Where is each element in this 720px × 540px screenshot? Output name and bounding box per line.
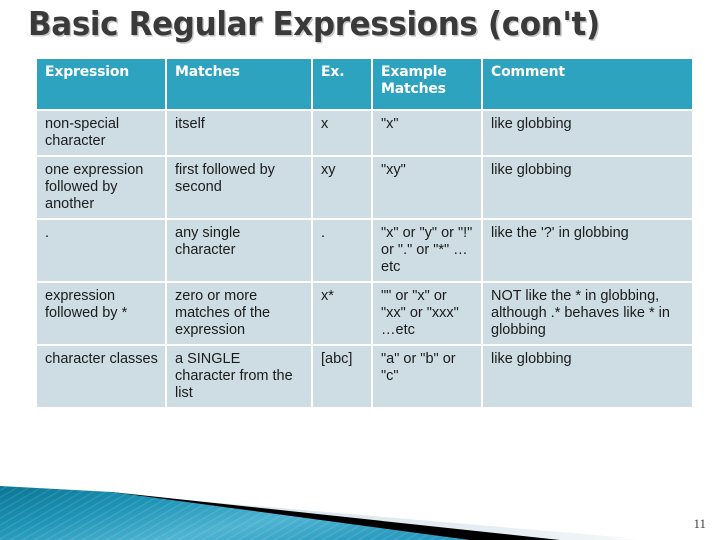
column-header-ex: Ex. — [313, 59, 371, 109]
cell-comment: like globbing — [483, 111, 692, 155]
regex-reference-table: Expression Matches Ex. Example Matches C… — [35, 57, 694, 409]
cell-expression: non-special character — [37, 111, 165, 155]
cell-ex: x* — [313, 283, 371, 344]
cell-example-matches: "x" or "y" or "!" or "." or "*" …etc — [373, 220, 481, 281]
cell-ex: xy — [313, 157, 371, 218]
ribbon-pale-wedge-tail — [115, 494, 630, 540]
cell-ex: [abc] — [313, 346, 371, 407]
cell-expression: expression followed by * — [37, 283, 165, 344]
slide-number: 11 — [693, 516, 706, 531]
cell-expression: character classes — [37, 346, 165, 407]
ribbon-teal-band-stripes — [0, 486, 470, 540]
cell-example-matches: "" or "x" or "xx" or "xxx" …etc — [373, 283, 481, 344]
slide-canvas: Basic Regular Expressions (con't) Expres… — [0, 0, 720, 540]
ribbon-teal-band — [0, 486, 470, 540]
cell-comment: like the '?' in globbing — [483, 220, 692, 281]
cell-comment: like globbing — [483, 346, 692, 407]
cell-example-matches: "a" or "b" or "c" — [373, 346, 481, 407]
cell-comment: NOT like the * in globbing, although .* … — [483, 283, 692, 344]
cell-example-matches: "xy" — [373, 157, 481, 218]
ribbon-black-wedge — [95, 492, 560, 540]
cell-matches: any single character — [167, 220, 311, 281]
cell-ex: x — [313, 111, 371, 155]
cell-matches: a SINGLE character from the list — [167, 346, 311, 407]
cell-expression: one expression followed by another — [37, 157, 165, 218]
table-row: expression followed by * zero or more ma… — [37, 283, 692, 344]
table-row: non-special character itself x "x" like … — [37, 111, 692, 155]
cell-matches: itself — [167, 111, 311, 155]
table-header-row: Expression Matches Ex. Example Matches C… — [37, 59, 692, 109]
ribbon-pale-wedge — [0, 502, 640, 540]
cell-comment: like globbing — [483, 157, 692, 218]
column-header-matches: Matches — [167, 59, 311, 109]
decorative-ribbon-graphic — [0, 486, 640, 540]
column-header-example-matches: Example Matches — [373, 59, 481, 109]
table-row: one expression followed by another first… — [37, 157, 692, 218]
cell-matches: first followed by second — [167, 157, 311, 218]
table-row: character classes a SINGLE character fro… — [37, 346, 692, 407]
cell-matches: zero or more matches of the expression — [167, 283, 311, 344]
column-header-expression: Expression — [37, 59, 165, 109]
cell-example-matches: "x" — [373, 111, 481, 155]
cell-expression: . — [37, 220, 165, 281]
column-header-comment: Comment — [483, 59, 692, 109]
table-row: . any single character . "x" or "y" or "… — [37, 220, 692, 281]
page-title: Basic Regular Expressions (con't) — [28, 4, 600, 43]
cell-ex: . — [313, 220, 371, 281]
